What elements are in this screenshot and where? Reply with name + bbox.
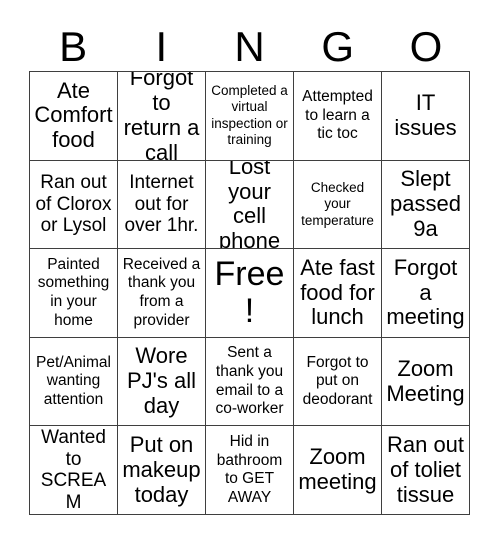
header-letter-g: G [321,23,355,70]
bingo-cell-n4[interactable]: Sent a thank you email to a co-worker [206,337,294,427]
bingo-cell-label: Slept passed 9a [390,166,461,241]
bingo-header: B I N G O [29,12,470,71]
bingo-cell-i5[interactable]: Put on makeup today [118,426,206,515]
bingo-cell-n2[interactable]: Lost your cell phone [206,160,294,250]
bingo-cell-label: Received a thank you from a provider [122,255,201,329]
bingo-cell-g1[interactable]: Attempted to learn a tic toc [294,72,382,161]
bingo-cell-b2[interactable]: Ran out of Clorox or Lysol [30,160,118,250]
bingo-cell-label: IT issues [394,89,457,140]
bingo-cell-label: Ate fast food for lunch [300,254,375,330]
bingo-cell-label: Put on makeup today [122,431,201,507]
bingo-grid: Ate Comfort food Forgot to return a call… [29,71,470,515]
bingo-cell-label: Wanted to SCREAM [40,426,107,513]
bingo-cell-o3[interactable]: Forgot a meeting [382,249,470,338]
bingo-cell-o1[interactable]: IT issues [382,72,470,161]
bingo-cell-label: Forgot to return a call [123,72,200,161]
bingo-cell-o5[interactable]: Ran out of toliet tissue [382,426,470,515]
bingo-cell-label: Lost your cell phone [218,160,281,250]
bingo-cell-b1[interactable]: Ate Comfort food [30,72,118,161]
bingo-cell-n5[interactable]: Hid in bathroom to GET AWAY [206,426,294,515]
bingo-cell-label: Painted something in your home [37,255,110,329]
bingo-cell-i2[interactable]: Internet out for over 1hr. [118,160,206,250]
header-letter-o: O [409,23,443,70]
bingo-cell-free-space[interactable]: Free! [206,249,294,338]
bingo-cell-label: Ran out of toliet tissue [386,431,465,507]
bingo-cell-i4[interactable]: Wore PJ's all day [118,337,206,427]
bingo-cell-o2[interactable]: Slept passed 9a [382,160,470,250]
bingo-cell-label: Completed a virtual inspection or traini… [211,82,288,148]
bingo-cell-b4[interactable]: Pet/Animal wanting attention [30,337,118,427]
bingo-cell-label: Internet out for over 1hr. [124,171,199,237]
header-letter-i: I [155,23,168,70]
bingo-cell-label: Checked your temperature [301,179,374,228]
bingo-cell-label: Hid in bathroom to GET AWAY [216,433,283,506]
bingo-cell-label: Pet/Animal wanting attention [36,353,111,408]
bingo-cell-label: Forgot a meeting [386,254,465,330]
bingo-cell-o4[interactable]: Zoom Meeting [382,337,470,427]
bingo-cell-label: Attempted to learn a tic toc [302,87,373,143]
bingo-cell-g4[interactable]: Forgot to put on deodorant [294,337,382,427]
bingo-cell-g2[interactable]: Checked your temperature [294,160,382,250]
header-letter-b: B [59,23,88,70]
bingo-cell-label: Free! [214,254,285,330]
bingo-card: B I N G O Ate Comfort food Forgot to ret… [0,0,500,544]
header-letter-n: N [234,23,265,70]
bingo-cell-label: Wore PJ's all day [127,343,196,419]
bingo-cell-n1[interactable]: Completed a virtual inspection or traini… [206,72,294,161]
bingo-cell-label: Ran out of Clorox or Lysol [35,171,112,237]
bingo-cell-label: Zoom meeting [298,444,377,495]
bingo-cell-i3[interactable]: Received a thank you from a provider [118,249,206,338]
bingo-cell-b3[interactable]: Painted something in your home [30,249,118,338]
bingo-cell-g3[interactable]: Ate fast food for lunch [294,249,382,338]
bingo-cell-g5[interactable]: Zoom meeting [294,426,382,515]
bingo-cell-label: Sent a thank you email to a co-worker [215,344,284,418]
bingo-cell-label: Zoom Meeting [386,355,465,406]
bingo-cell-label: Forgot to put on deodorant [302,353,373,408]
bingo-cell-label: Ate Comfort food [34,77,113,153]
bingo-cell-i1[interactable]: Forgot to return a call [118,72,206,161]
bingo-cell-b5[interactable]: Wanted to SCREAM [30,426,118,515]
